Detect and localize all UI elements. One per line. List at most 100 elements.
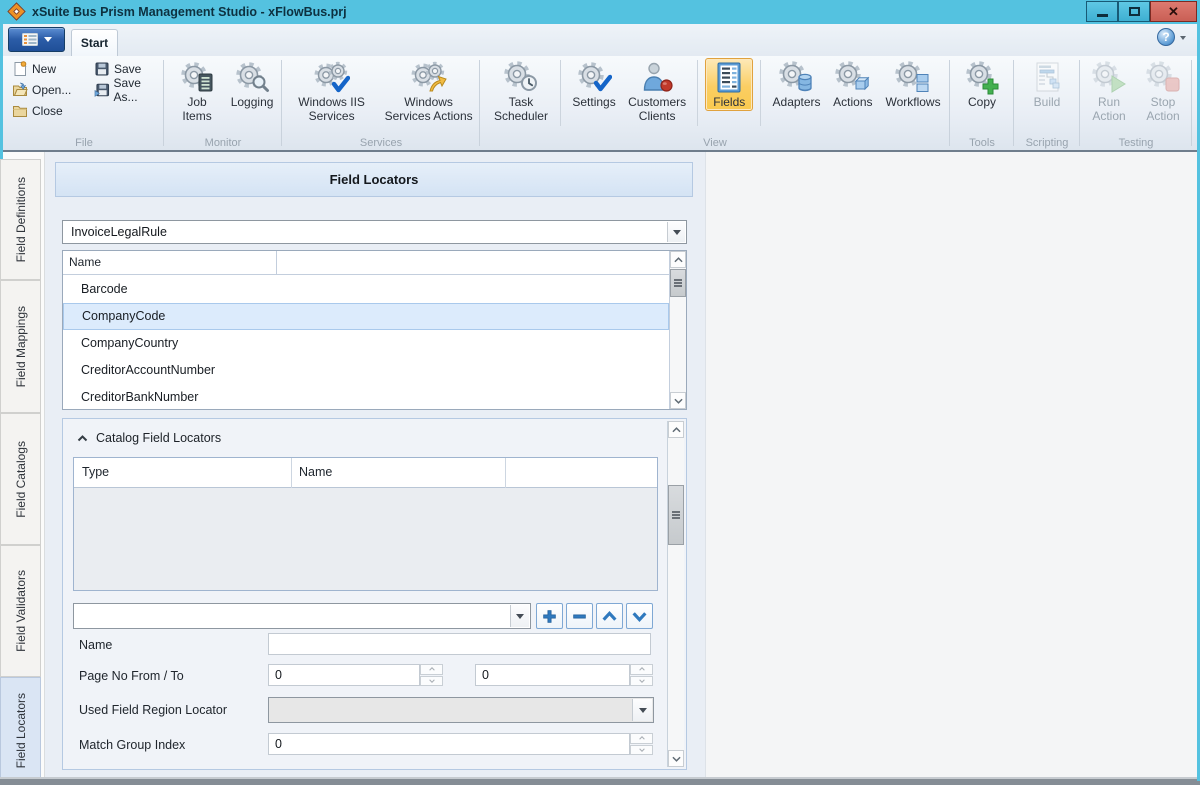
scroll-up-button[interactable] [670,251,686,268]
ribbon-tab-row: Start ? [0,24,1200,56]
region-dropdown-button[interactable] [632,699,652,721]
task-scheduler-button[interactable]: Task Scheduler [489,58,553,125]
fields-label: Fields [713,96,745,110]
scroll-down-button[interactable] [668,750,684,767]
scroll-down-button[interactable] [670,392,686,409]
job-items-button[interactable]: Job Items [175,58,219,125]
page-title: Field Locators [55,162,693,197]
rule-selector-dropdown[interactable]: InvoiceLegalRule [62,220,687,244]
spin-down-button[interactable] [630,745,653,756]
settings-label: Settings [572,96,615,110]
flowchart-icon [1029,61,1065,95]
close-button[interactable]: ✕ [1150,1,1197,22]
minimize-button[interactable] [1086,1,1118,22]
column-header-name[interactable]: Name [299,458,332,487]
used-field-region-locator-dropdown[interactable] [268,697,654,723]
catalog-section-header[interactable]: Catalog Field Locators [77,431,221,445]
content-empty-area [705,152,1197,779]
logging-button[interactable]: Logging [227,58,277,111]
button-separator [697,60,698,126]
fields-button[interactable]: Fields [705,58,753,111]
help-button[interactable]: ? [1157,28,1175,46]
spin-up-button[interactable] [420,664,443,675]
rule-selector-value: InvoiceLegalRule [71,221,167,243]
workflows-button[interactable]: Workflows [881,58,945,111]
ribbon-group-testing: Run Action Stop Action Testing [1080,56,1192,150]
sidebar-tab-field-locators[interactable]: Field Locators [0,677,41,785]
catalog-locator-combo[interactable] [73,603,531,629]
catalog-combo-dropdown-button[interactable] [510,605,529,627]
spin-up-button[interactable] [630,664,653,675]
group-label-tools: Tools [950,137,1014,149]
windows-services-actions-button[interactable]: Windows Services Actions [382,58,475,125]
catalog-scrollbar[interactable] [667,421,684,767]
name-field-input[interactable] [268,633,651,655]
collapse-chevron-up-icon [77,435,88,442]
spin-down-button[interactable] [420,676,443,687]
rule-selector-dropdown-button[interactable] [667,222,685,242]
windows-iis-services-button[interactable]: Windows IIS Services [291,58,372,125]
tab-start[interactable]: Start [71,29,118,56]
add-locator-button[interactable] [536,603,563,629]
sidebar-tab-field-catalogs[interactable]: Field Catalogs [0,413,41,545]
column-header-name[interactable]: Name [69,251,101,274]
actions-button[interactable]: Actions [829,58,877,111]
match-group-index-spinner[interactable] [630,733,653,755]
new-button[interactable]: New [9,58,81,79]
column-divider[interactable] [291,458,292,488]
application-menu-button[interactable] [8,27,65,52]
stop-action-button[interactable]: Stop Action [1140,58,1186,125]
spin-up-button[interactable] [630,733,653,744]
sidebar-tab-field-mappings[interactable]: Field Mappings [0,280,41,413]
gear-clock-icon [503,61,539,95]
adapters-button[interactable]: Adapters [768,58,824,111]
column-header-type[interactable]: Type [82,458,109,487]
match-group-index-input[interactable] [268,733,630,755]
close-button-file[interactable]: Close [9,100,81,121]
gear-magnifier-icon [234,61,270,95]
catalog-table-header[interactable]: Type Name [74,458,657,488]
spin-down-button[interactable] [630,676,653,687]
settings-button[interactable]: Settings [568,58,620,111]
logging-label: Logging [231,96,274,110]
sidebar-tab-field-validators[interactable]: Field Validators [0,545,41,677]
scrollbar-thumb[interactable] [670,269,686,297]
move-up-button[interactable] [596,603,623,629]
group-label-testing: Testing [1080,137,1192,149]
help-chevron-down-icon[interactable] [1180,36,1186,40]
list-item[interactable]: CreditorAccountNumber [63,357,669,384]
windows-services-actions-label: Windows Services Actions [383,96,474,124]
maximize-button[interactable] [1118,1,1150,22]
windows-iis-services-label: Windows IIS Services [292,96,371,124]
list-item[interactable]: CompanyCountry [63,330,669,357]
chevron-down-icon [44,37,52,42]
page-no-from-input[interactable] [268,664,420,686]
copy-button[interactable]: Copy [959,58,1005,111]
chevron-up-icon [672,427,681,433]
column-divider[interactable] [276,251,277,275]
scrollbar-thumb[interactable] [668,485,684,545]
move-down-button[interactable] [626,603,653,629]
page-no-from-spinner[interactable] [420,664,443,686]
page-no-to-input[interactable] [475,664,630,686]
list-scrollbar[interactable] [669,251,686,409]
customers-clients-button[interactable]: Customers Clients [624,58,690,125]
build-button[interactable]: Build [1024,58,1070,111]
column-divider[interactable] [505,458,506,488]
scroll-up-button[interactable] [668,421,684,438]
save-as-button[interactable]: Save As... [91,79,169,100]
run-action-button[interactable]: Run Action [1086,58,1132,125]
gear-list-icon [179,61,215,95]
list-item[interactable]: Barcode [63,276,669,303]
remove-locator-button[interactable] [566,603,593,629]
page-no-to-spinner[interactable] [630,664,653,686]
move-down-icon [631,608,648,625]
new-document-icon [12,61,28,77]
list-item-selected[interactable]: CompanyCode [63,303,669,330]
person-sphere-icon [639,61,675,95]
sidebar-tab-field-definitions[interactable]: Field Definitions [0,159,41,280]
list-item[interactable]: CreditorBankNumber [63,384,669,411]
list-header[interactable]: Name [63,251,669,275]
open-button[interactable]: Open... [9,79,81,100]
chevron-up-icon [674,257,683,263]
